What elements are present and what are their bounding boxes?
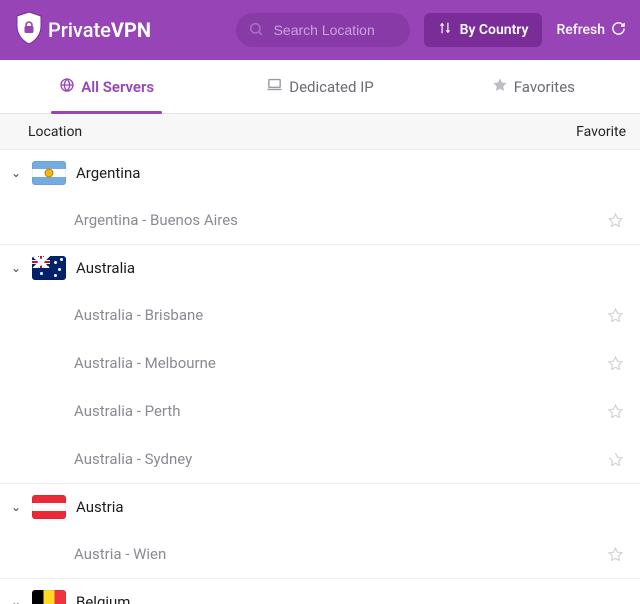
favorite-toggle[interactable] <box>607 307 624 324</box>
server-label: Australia - Melbourne <box>74 354 216 372</box>
tab-favorites[interactable]: Favorites <box>427 60 640 113</box>
tab-label: All Servers <box>81 78 154 96</box>
refresh-button[interactable]: Refresh <box>556 21 626 40</box>
tab-all-servers[interactable]: All Servers <box>0 60 213 113</box>
star-icon <box>492 77 508 97</box>
list-header: Location Favorite <box>0 114 640 150</box>
chevron-down-icon: ⌄ <box>10 166 22 180</box>
favorite-toggle[interactable] <box>607 451 624 468</box>
app-header: PrivateVPN By Country Refresh <box>0 0 640 60</box>
favorite-toggle[interactable] <box>607 212 624 229</box>
server-row[interactable]: Australia - Melbourne <box>0 339 640 387</box>
globe-icon <box>59 77 75 97</box>
country-row-austria[interactable]: ⌄ Austria <box>0 484 640 530</box>
server-row[interactable]: Austria - Wien <box>0 530 640 578</box>
favorite-toggle[interactable] <box>607 403 624 420</box>
flag-icon-belgium <box>32 590 66 604</box>
tab-dedicated-ip[interactable]: Dedicated IP <box>213 60 426 113</box>
server-label: Austria - Wien <box>74 545 166 563</box>
country-name: Argentina <box>76 164 140 182</box>
country-name: Australia <box>76 259 135 277</box>
tab-label: Dedicated IP <box>289 78 374 96</box>
search-wrap <box>236 13 410 47</box>
country-row-australia[interactable]: ⌄ Australia <box>0 245 640 291</box>
server-row[interactable]: Argentina - Buenos Aires <box>0 196 640 244</box>
favorite-toggle[interactable] <box>607 355 624 372</box>
server-row[interactable]: Australia - Sydney <box>0 435 640 483</box>
country-row-argentina[interactable]: ⌄ Argentina <box>0 150 640 196</box>
search-icon <box>248 21 264 41</box>
server-row[interactable]: Australia - Perth <box>0 387 640 435</box>
chevron-down-icon: ⌄ <box>10 500 22 514</box>
by-country-button[interactable]: By Country <box>424 13 543 47</box>
col-favorite: Favorite <box>576 124 626 140</box>
tab-label: Favorites <box>514 78 575 96</box>
by-country-label: By Country <box>460 22 529 38</box>
laptop-icon <box>266 76 283 97</box>
server-label: Australia - Brisbane <box>74 306 203 324</box>
tabs: All Servers Dedicated IP Favorites <box>0 60 640 114</box>
server-row[interactable]: Australia - Brisbane <box>0 291 640 339</box>
flag-icon-argentina <box>32 161 66 185</box>
flag-icon-australia <box>32 256 66 280</box>
col-location: Location <box>28 124 82 140</box>
country-name: Austria <box>76 498 124 516</box>
server-label: Australia - Perth <box>74 402 181 420</box>
server-label: Argentina - Buenos Aires <box>74 211 238 229</box>
brand-name: PrivateVPN <box>48 18 151 42</box>
country-row-belgium[interactable]: ⌄ Belgium <box>0 579 640 604</box>
favorite-toggle[interactable] <box>607 546 624 563</box>
country-name: Belgium <box>76 593 130 604</box>
server-label: Australia - Sydney <box>74 450 192 468</box>
refresh-icon <box>611 21 626 40</box>
chevron-down-icon: ⌄ <box>10 595 22 604</box>
chevron-down-icon: ⌄ <box>10 261 22 275</box>
sort-icon <box>438 21 452 39</box>
refresh-label: Refresh <box>556 22 605 38</box>
brand-logo: PrivateVPN <box>14 11 151 49</box>
flag-icon-austria <box>32 495 66 519</box>
server-list[interactable]: ⌄ Argentina Argentina - Buenos Aires ⌄ A… <box>0 150 640 604</box>
shield-icon <box>14 11 44 49</box>
